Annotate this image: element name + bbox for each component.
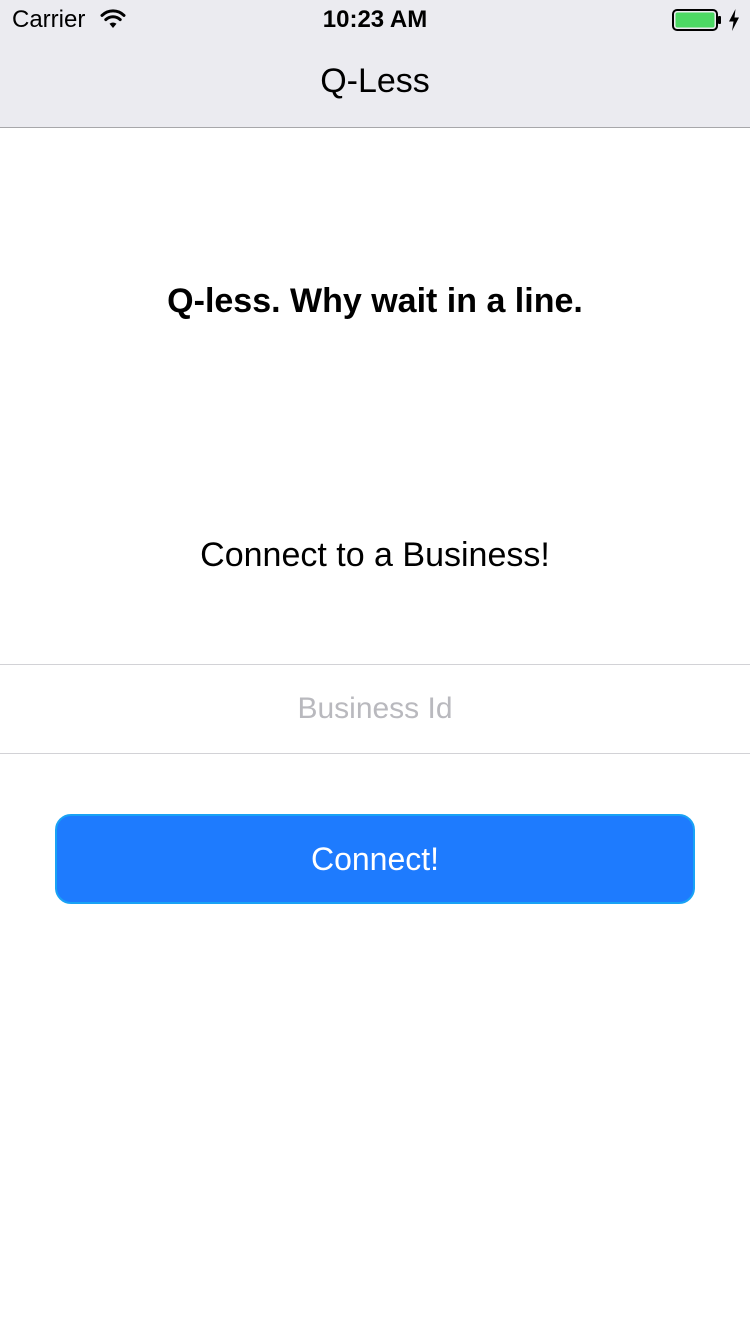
- connect-button[interactable]: Connect!: [55, 814, 695, 904]
- business-id-field-container: [0, 664, 750, 754]
- connect-heading: Connect to a Business!: [200, 536, 550, 574]
- charging-bolt-icon: [729, 9, 739, 31]
- battery-icon: [672, 9, 721, 31]
- status-bar: Carrier 10:23 AM: [0, 0, 750, 40]
- nav-title: Q-Less: [320, 62, 430, 100]
- business-id-input[interactable]: [0, 665, 750, 753]
- navigation-bar: Q-Less: [0, 40, 750, 128]
- tagline: Q-less. Why wait in a line.: [167, 282, 583, 320]
- status-time: 10:23 AM: [322, 6, 428, 33]
